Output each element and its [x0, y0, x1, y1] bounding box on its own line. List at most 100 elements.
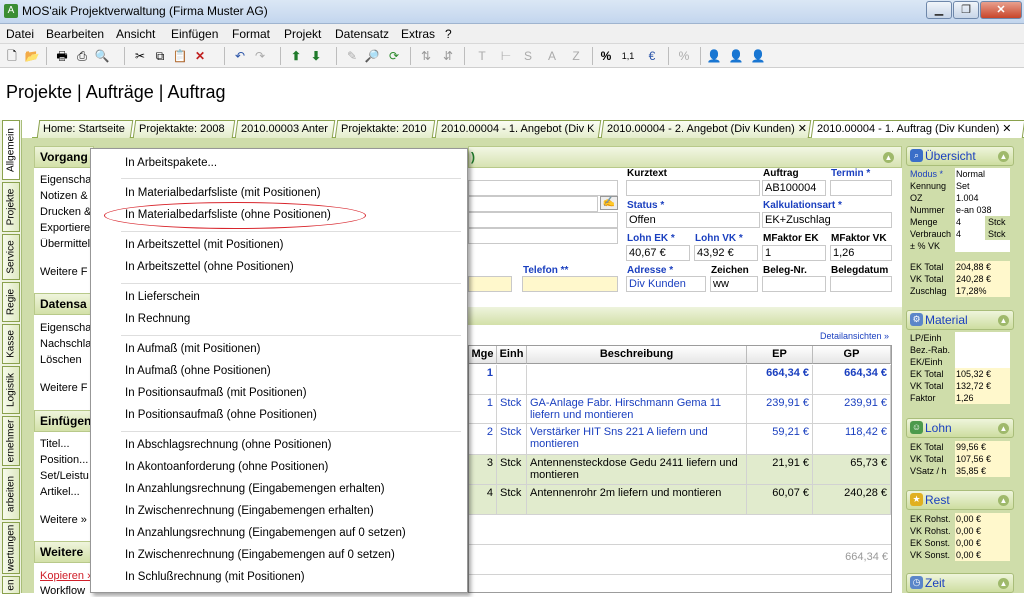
a-icon[interactable]: A	[544, 48, 560, 64]
vtab-allgemein[interactable]: Allgemein	[2, 120, 20, 180]
vtab-arbeiten[interactable]: arbeiten	[2, 468, 20, 520]
no-percent-icon[interactable]: %	[676, 48, 692, 64]
einfuegen-item[interactable]: Titel...	[40, 438, 92, 450]
find-icon[interactable]: 🔎	[364, 48, 380, 64]
vtab-unternehmer[interactable]: ernehmer	[2, 416, 20, 466]
menu-item-zwischen-null[interactable]: In Zwischenrechnung (Eingabemengen auf 0…	[125, 549, 395, 561]
vorgang-item[interactable]: Drucken &	[40, 206, 92, 218]
percent-icon[interactable]: %	[598, 48, 614, 64]
col-gp[interactable]: GP	[813, 346, 891, 364]
format-icon[interactable]: ⊢	[498, 48, 514, 64]
col-mge[interactable]: Mge	[469, 346, 497, 364]
menu-item-zwischen-erhalten[interactable]: In Zwischenrechnung (Eingabemengen erhal…	[125, 505, 374, 517]
menu-bearbeiten[interactable]: Bearbeiten	[46, 27, 104, 41]
tab-1-angebot[interactable]: 2010.00004 - 1. Angebot (Div K	[434, 120, 602, 138]
field-left-2[interactable]	[468, 196, 598, 212]
tab-home[interactable]: Home: Startseite	[36, 120, 134, 138]
einfuegen-item[interactable]: Artikel...	[40, 486, 92, 498]
menu-item-rechnung[interactable]: In Rechnung	[125, 313, 190, 325]
material-panel-header[interactable]: ⚙ Material ▲	[906, 310, 1014, 330]
col-einh[interactable]: Einh	[497, 346, 527, 364]
menu-extras[interactable]: Extras	[401, 27, 435, 41]
menu-item-lieferschein[interactable]: In Lieferschein	[125, 291, 200, 303]
user-red-icon[interactable]: 👤	[750, 48, 766, 64]
table-row[interactable]: 1 Stck GA-Anlage Fabr. Hirschmann Gema 1…	[469, 395, 891, 424]
collapse-icon[interactable]: ▲	[998, 315, 1009, 326]
minimize-button[interactable]: ▁	[926, 1, 952, 19]
vtab-service[interactable]: Service	[2, 234, 20, 280]
vtab-kasse[interactable]: Kasse	[2, 324, 20, 364]
field-left-4[interactable]	[468, 228, 618, 244]
paste-icon[interactable]: 📋	[172, 48, 188, 64]
refresh-icon[interactable]: ⟳	[386, 48, 402, 64]
vorgang-item[interactable]: Übermittel	[40, 238, 92, 250]
belegnr-field[interactable]	[762, 276, 826, 292]
vtab-logistik[interactable]: Logistik	[2, 366, 20, 414]
adresse-field[interactable]: Div Kunden	[626, 276, 706, 292]
table-row[interactable]: 4 Stck Antennenrohr 2m liefern und monti…	[469, 485, 891, 515]
edit-icon[interactable]: ✎	[344, 48, 360, 64]
field-left-3[interactable]	[468, 212, 618, 228]
vorgang-item[interactable]: Eigenscha	[40, 174, 92, 186]
user-yellow-icon[interactable]: 👤	[728, 48, 744, 64]
lohn-panel-header[interactable]: ☺ Lohn ▲	[906, 418, 1014, 438]
menu-item-positionsaufmass-mit[interactable]: In Positionsaufmaß (mit Positionen)	[125, 387, 307, 399]
tab-2010-00003[interactable]: 2010.00003 Anter	[234, 120, 336, 138]
s-icon[interactable]: S	[520, 48, 536, 64]
lohn-vk-field[interactable]: 43,92 €	[694, 245, 758, 261]
copy-icon[interactable]: ⧉	[152, 48, 168, 64]
menu-datei[interactable]: Datei	[6, 27, 34, 41]
belegdatum-field[interactable]	[830, 276, 892, 292]
menu-item-anzahlung-null[interactable]: In Anzahlungsrechnung (Eingabemengen auf…	[125, 527, 406, 539]
termin-field[interactable]	[830, 180, 892, 196]
auftrag-field[interactable]: AB100004	[762, 180, 826, 196]
detailansichten-link[interactable]: Detailansichten »	[820, 331, 889, 341]
vtab-regie[interactable]: Regie	[2, 282, 20, 322]
menu-item-schlussrechnung[interactable]: In Schlußrechnung (mit Positionen)	[125, 571, 305, 583]
kurztext-field[interactable]	[626, 180, 760, 196]
vorgang-more-link[interactable]: Weitere F	[40, 266, 92, 278]
einfuegen-item[interactable]: Position...	[40, 454, 92, 466]
close-button[interactable]: ✕	[980, 1, 1022, 19]
table-row[interactable]	[469, 515, 891, 545]
preview-icon[interactable]: 🔍	[94, 48, 110, 64]
user-blue-icon[interactable]: 👤	[706, 48, 722, 64]
open-icon[interactable]: 📂	[24, 48, 40, 64]
menu-item-abschlagsrechnung[interactable]: In Abschlagsrechnung (ohne Positionen)	[125, 439, 332, 451]
menu-item-arbeitszettel-ohne[interactable]: In Arbeitszettel (ohne Positionen)	[125, 261, 294, 273]
sort-asc-icon[interactable]: ⇅	[418, 48, 434, 64]
signature-icon[interactable]: ✍	[600, 196, 618, 210]
collapse-icon[interactable]: ▲	[998, 151, 1009, 162]
menu-item-positionsaufmass-ohne[interactable]: In Positionsaufmaß (ohne Positionen)	[125, 409, 317, 421]
workflow-link[interactable]: Workflow	[40, 585, 92, 597]
menu-projekt[interactable]: Projekt	[284, 27, 321, 41]
rest-panel-header[interactable]: ★ Rest ▲	[906, 490, 1014, 510]
kopieren-link[interactable]: Kopieren »	[40, 570, 92, 582]
tab-projektakte-2008[interactable]: Projektakte: 2008	[132, 120, 236, 138]
menu-help[interactable]: ?	[445, 27, 452, 41]
arrow-up-icon[interactable]: ⬆	[288, 48, 304, 64]
currency-icon[interactable]: €	[644, 48, 660, 64]
table-row[interactable]: 2 Stck Verstärker HIT Sns 221 A liefern …	[469, 424, 891, 455]
zeit-panel-header[interactable]: ◷ Zeit ▲	[906, 573, 1014, 593]
table-row[interactable]: 3 Stck Antennensteckdose Gedu 2411 liefe…	[469, 455, 891, 485]
vorgang-item[interactable]: Exportiere	[40, 222, 92, 234]
collapse-icon[interactable]: ▲	[998, 495, 1009, 506]
datensatz-item[interactable]: Löschen	[40, 354, 92, 366]
vorgang-item[interactable]: Notizen &	[40, 190, 92, 202]
sort-desc-icon[interactable]: ⇵	[440, 48, 456, 64]
z-icon[interactable]: Z	[568, 48, 584, 64]
collapse-icon[interactable]: ▲	[883, 152, 894, 163]
vtab-auswertungen[interactable]: wertungen	[2, 522, 20, 574]
tab-2-angebot[interactable]: 2010.00004 - 2. Angebot (Div Kunden) ✕	[600, 120, 812, 138]
menu-item-aufmass-mit[interactable]: In Aufmaß (mit Positionen)	[125, 343, 261, 355]
mfaktor-ek-field[interactable]: 1	[762, 245, 826, 261]
undo-icon[interactable]: ↶	[232, 48, 248, 64]
new-icon[interactable]: 🗋	[4, 48, 20, 64]
mfaktor-vk-field[interactable]: 1,26	[830, 245, 892, 261]
redo-icon[interactable]: ↷	[252, 48, 268, 64]
menu-item-arbeitspakete[interactable]: In Arbeitspakete...	[125, 157, 217, 169]
collapse-icon[interactable]: ▲	[998, 423, 1009, 434]
vtab-en[interactable]: en	[2, 576, 20, 594]
print-icon[interactable]: 🖶	[54, 48, 70, 64]
